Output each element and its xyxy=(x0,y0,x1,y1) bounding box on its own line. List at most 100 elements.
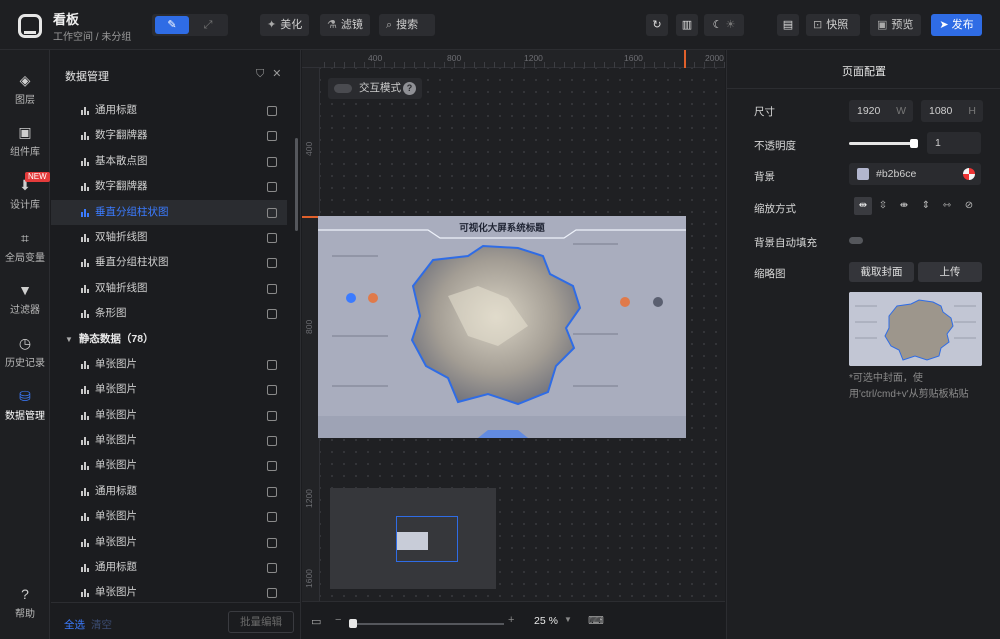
item-checkbox[interactable] xyxy=(267,182,277,193)
comment-icon[interactable]: ▤ xyxy=(777,14,799,36)
keyboard-icon[interactable]: ⌨ xyxy=(588,614,604,627)
minimap[interactable] xyxy=(330,488,496,589)
clear-link[interactable]: 清空 xyxy=(91,617,112,632)
select-all-link[interactable]: 全选 xyxy=(64,617,85,632)
theme-toggle[interactable]: ☾ ☀ xyxy=(704,14,744,36)
list-item[interactable]: 双轴折线图 xyxy=(51,225,287,250)
list-item[interactable]: 垂直分组柱状图 xyxy=(51,250,287,275)
item-checkbox[interactable] xyxy=(267,258,277,269)
zoom-out-icon[interactable]: − xyxy=(335,614,341,626)
item-checkbox[interactable] xyxy=(267,512,277,523)
data-group-header[interactable]: ▼ 静态数据（78） xyxy=(51,327,287,352)
autofill-toggle[interactable] xyxy=(849,237,863,244)
preview-button[interactable]: ▣ 预览 xyxy=(870,14,921,36)
zoom-value[interactable]: 25 % xyxy=(534,615,558,627)
color-picker-icon[interactable] xyxy=(963,168,975,180)
beautify-button[interactable]: ✦ 美化 xyxy=(260,14,310,36)
app-logo-icon[interactable] xyxy=(18,14,42,38)
list-item[interactable]: 双轴折线图 xyxy=(51,276,287,301)
minimap-viewport[interactable] xyxy=(396,516,458,562)
search-button[interactable]: ⌕ 搜索 xyxy=(379,14,435,36)
list-item[interactable]: 基本散点图 xyxy=(51,149,287,174)
batch-edit-button[interactable]: 批量编辑 xyxy=(228,611,294,633)
scale-height-icon[interactable]: ⇳ xyxy=(874,197,892,215)
refresh-icon[interactable]: ↻ xyxy=(646,14,668,36)
scrollbar[interactable] xyxy=(295,138,298,231)
help-icon[interactable]: ? xyxy=(403,82,416,95)
item-checkbox[interactable] xyxy=(267,588,277,599)
edit-icon[interactable]: ✎ xyxy=(155,16,189,34)
upload-button[interactable]: 上传 xyxy=(918,262,982,282)
item-checkbox[interactable] xyxy=(267,486,277,497)
opacity-field[interactable]: 1 xyxy=(927,132,981,154)
list-item[interactable]: 单张图片 xyxy=(51,453,287,478)
opacity-slider[interactable] xyxy=(849,139,918,148)
item-checkbox[interactable] xyxy=(267,461,277,472)
list-item[interactable]: 数字翻牌器 xyxy=(51,123,287,148)
list-item[interactable]: 通用标题 xyxy=(51,555,287,580)
list-item[interactable]: 单张图片 xyxy=(51,403,287,428)
layout-icon[interactable]: ▥ xyxy=(676,14,698,36)
list-item[interactable]: 条形图 xyxy=(51,301,287,326)
item-checkbox[interactable] xyxy=(267,232,277,243)
item-checkbox[interactable] xyxy=(267,537,277,548)
zoom-in-icon[interactable]: + xyxy=(508,614,514,626)
list-item[interactable]: 通用标题 xyxy=(51,479,287,504)
list-item[interactable]: 数字翻牌器 xyxy=(51,174,287,199)
item-checkbox[interactable] xyxy=(267,385,277,396)
item-checkbox[interactable] xyxy=(267,131,277,142)
item-checkbox[interactable] xyxy=(267,156,277,167)
breadcrumb[interactable]: 工作空间 / 未分组 xyxy=(53,28,131,43)
canvas[interactable]: 400 800 1200 1600 2000 400 800 1200 1600 交互模式 ? xyxy=(302,50,725,601)
scale-center-icon[interactable]: ⇿ xyxy=(938,197,956,215)
close-icon[interactable]: ✕ xyxy=(272,68,289,80)
color-swatch[interactable] xyxy=(857,168,869,180)
list-item[interactable]: 通用标题 xyxy=(51,98,287,123)
rail-design[interactable]: NEW ⬇ 设计库 xyxy=(0,172,50,211)
thumbnail-image[interactable] xyxy=(849,292,982,366)
item-checkbox[interactable] xyxy=(267,309,277,320)
scale-stretch-icon[interactable]: ⇕ xyxy=(917,197,935,215)
filter-button[interactable]: ⚗ 滤镜 xyxy=(320,14,370,36)
rail-components[interactable]: ▣ 组件库 xyxy=(0,124,50,158)
fit-screen-icon[interactable]: ▭ xyxy=(311,615,321,628)
background-color-field[interactable]: #b2b6ce xyxy=(849,163,981,185)
item-checkbox[interactable] xyxy=(267,283,277,294)
select-icon[interactable]: ⤢ xyxy=(191,16,225,34)
item-checkbox[interactable] xyxy=(267,359,277,370)
artboard[interactable]: 可视化大屏系统标题 xyxy=(318,216,686,438)
height-field[interactable]: 1080 H xyxy=(921,100,983,122)
rail-history[interactable]: ◷ 历史记录 xyxy=(0,335,50,369)
scale-width-icon[interactable]: ⇼ xyxy=(895,197,913,215)
funnel-icon[interactable]: ⛉ xyxy=(256,68,272,80)
opacity-slider-knob[interactable] xyxy=(910,139,918,148)
publish-button[interactable]: ➤ 发布 xyxy=(931,14,982,36)
list-item[interactable]: 单张图片 xyxy=(51,504,287,529)
list-item[interactable]: 单张图片 xyxy=(51,352,287,377)
zoom-slider[interactable] xyxy=(351,623,504,625)
interact-mode-toggle[interactable]: 交互模式 ? xyxy=(328,78,422,99)
snapshot-button[interactable]: ⊡ 快照 xyxy=(806,14,860,36)
capture-cover-button[interactable]: 截取封面 xyxy=(849,262,914,282)
item-checkbox[interactable] xyxy=(267,106,277,116)
width-field[interactable]: 1920 W xyxy=(849,100,913,122)
scale-none-icon[interactable]: ⊘ xyxy=(960,197,978,215)
chevron-down-icon[interactable]: ▼ xyxy=(564,615,572,624)
item-checkbox[interactable] xyxy=(267,563,277,574)
ruler-tick xyxy=(334,62,335,68)
rail-data[interactable]: ⛁ 数据管理 xyxy=(0,388,50,422)
item-checkbox[interactable] xyxy=(267,207,277,218)
rail-variables[interactable]: ⌗ 全局变量 xyxy=(0,230,50,264)
list-item[interactable]: 单张图片 xyxy=(51,530,287,555)
toggle-switch[interactable] xyxy=(334,84,352,93)
rail-filters[interactable]: ▼ 过滤器 xyxy=(0,282,50,316)
rail-layers[interactable]: ◈ 图层 xyxy=(0,72,50,106)
scale-fit-icon[interactable]: ⇹ xyxy=(854,197,872,215)
list-item[interactable]: 垂直分组柱状图 xyxy=(51,199,287,225)
rail-help[interactable]: ? 帮助 xyxy=(0,586,50,620)
list-item[interactable]: 单张图片 xyxy=(51,428,287,453)
list-item[interactable]: 单张图片 xyxy=(51,377,287,402)
item-checkbox[interactable] xyxy=(267,436,277,447)
zoom-slider-knob[interactable] xyxy=(349,619,357,628)
item-checkbox[interactable] xyxy=(267,410,277,421)
